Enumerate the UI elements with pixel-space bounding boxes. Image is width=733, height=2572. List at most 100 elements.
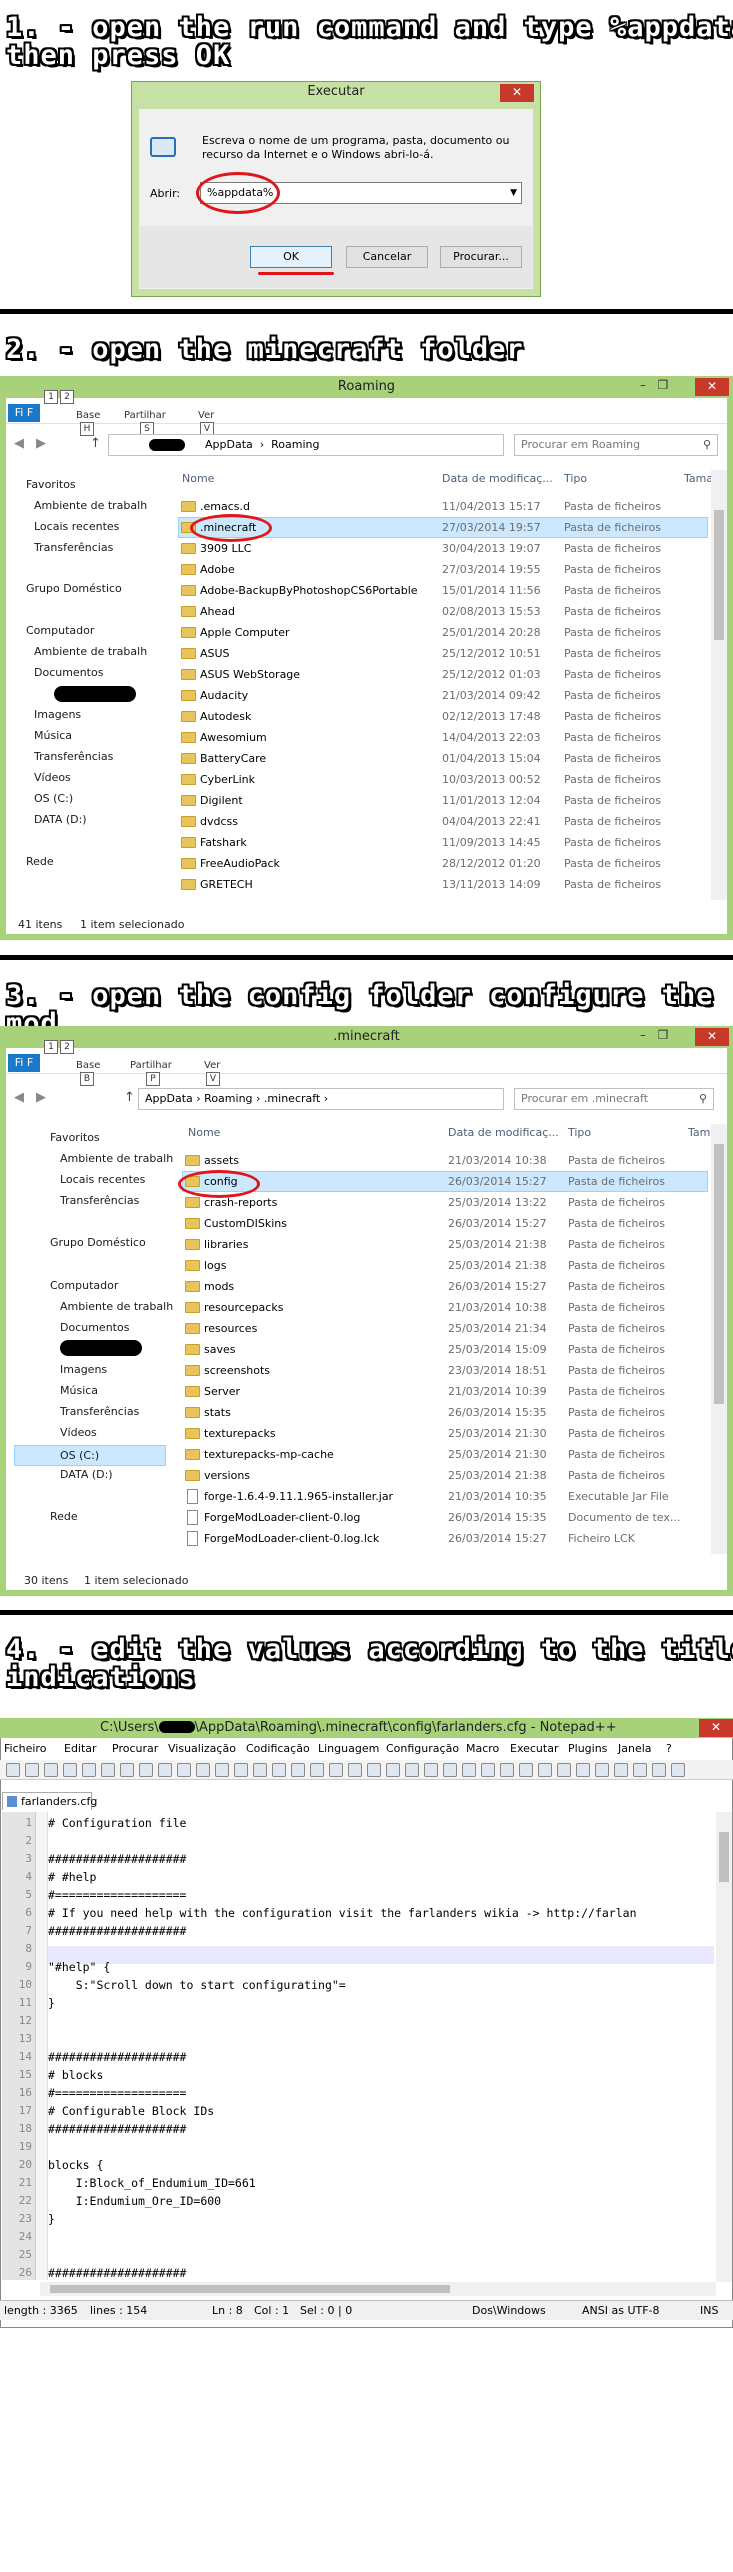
nav-osc[interactable]: OS (C:) bbox=[14, 1445, 166, 1466]
code-line[interactable]: # If you need help with the configuratio… bbox=[48, 1906, 637, 1920]
toolbar-button-icon[interactable] bbox=[215, 1763, 229, 1777]
menu-item[interactable]: Visualização bbox=[168, 1742, 236, 1755]
search-input[interactable]: Procurar em Roaming ⚲ bbox=[514, 434, 718, 456]
toolbar-button-icon[interactable] bbox=[101, 1763, 115, 1777]
close-button[interactable]: ✕ bbox=[699, 1719, 733, 1737]
toolbar-button-icon[interactable] bbox=[405, 1763, 419, 1777]
table-row[interactable]: ASUS 25/12/2012 10:51 Pasta de ficheiros bbox=[178, 643, 708, 664]
menu-item[interactable]: Plugins bbox=[568, 1742, 607, 1755]
toolbar-button-icon[interactable] bbox=[6, 1763, 20, 1777]
search-input[interactable]: Procurar em .minecraft ⚲ bbox=[514, 1088, 714, 1110]
nav-network[interactable]: Rede bbox=[26, 855, 54, 868]
table-row[interactable]: stats 26/03/2014 15:35 Pasta de ficheiros bbox=[182, 1402, 708, 1423]
table-row[interactable]: config 26/03/2014 15:27 Pasta de ficheiros bbox=[182, 1171, 708, 1192]
toolbar-button-icon[interactable] bbox=[139, 1763, 153, 1777]
table-row[interactable]: assets 21/03/2014 10:38 Pasta de ficheiros bbox=[182, 1150, 708, 1171]
toolbar-button-icon[interactable] bbox=[614, 1763, 628, 1777]
nav-favorites[interactable]: Favoritos bbox=[50, 1131, 100, 1144]
code-line[interactable]: I:Endumium_Ore_ID=600 bbox=[48, 2194, 221, 2208]
toolbar-button-icon[interactable] bbox=[253, 1763, 267, 1777]
code-line[interactable]: "#help" { bbox=[48, 1960, 110, 1974]
toolbar-button-icon[interactable] bbox=[481, 1763, 495, 1777]
tab-base[interactable]: Base bbox=[76, 410, 100, 421]
table-row[interactable]: Audacity 21/03/2014 09:42 Pasta de ficheir… bbox=[178, 685, 708, 706]
toolbar-button-icon[interactable] bbox=[443, 1763, 457, 1777]
col-size[interactable]: Tama bbox=[684, 472, 713, 485]
table-row[interactable]: 3909 LLC 30/04/2013 19:07 Pasta de ficheir… bbox=[178, 538, 708, 559]
ok-button[interactable]: OK bbox=[250, 246, 332, 268]
menu-item[interactable]: Ficheiro bbox=[4, 1742, 46, 1755]
file-tab[interactable]: Fi F ro bbox=[8, 1054, 40, 1087]
nav-computer[interactable]: Computador bbox=[26, 624, 94, 637]
tab-view[interactable]: Ver bbox=[204, 1060, 220, 1071]
code-line[interactable]: } bbox=[48, 2212, 55, 2226]
close-button[interactable]: ✕ bbox=[695, 378, 729, 396]
col-name[interactable]: Nome bbox=[188, 1126, 220, 1139]
toolbar-button-icon[interactable] bbox=[63, 1763, 77, 1777]
toolbar-button-icon[interactable] bbox=[310, 1763, 324, 1777]
table-row[interactable]: resourcepacks 21/03/2014 10:38 Pasta de fi… bbox=[182, 1297, 708, 1318]
nav-images[interactable]: Imagens bbox=[34, 708, 81, 721]
col-size[interactable]: Tam bbox=[688, 1126, 710, 1139]
tab-share[interactable]: Partilhar bbox=[130, 1060, 172, 1071]
nav-favorites[interactable]: Favoritos bbox=[26, 478, 76, 491]
tab-view[interactable]: Ver bbox=[198, 410, 214, 421]
menu-item[interactable]: Procurar bbox=[112, 1742, 158, 1755]
toolbar-button-icon[interactable] bbox=[462, 1763, 476, 1777]
scrollbar-thumb[interactable] bbox=[50, 2285, 450, 2293]
code-line[interactable]: S:"Scroll down to start configurating"= bbox=[48, 1978, 346, 1992]
nav-transfers[interactable]: Transferências bbox=[60, 1405, 139, 1418]
code-line[interactable]: blocks { bbox=[48, 2158, 103, 2172]
table-row[interactable]: .emacs.d 11/04/2013 15:17 Pasta de ficheir… bbox=[178, 496, 708, 517]
breadcrumb-roaming[interactable]: Roaming bbox=[271, 438, 319, 451]
code-line[interactable]: I:Block_of_Endumium_ID=661 bbox=[48, 2176, 256, 2190]
col-type[interactable]: Tipo bbox=[568, 1126, 591, 1139]
toolbar-button-icon[interactable] bbox=[25, 1763, 39, 1777]
menu-item[interactable]: Configuração bbox=[386, 1742, 459, 1755]
nav-documents[interactable]: Documentos bbox=[34, 666, 103, 679]
toolbar-button-icon[interactable] bbox=[44, 1763, 58, 1777]
scrollbar-thumb[interactable] bbox=[714, 1144, 724, 1404]
nav-desktop[interactable]: Ambiente de trabalh bbox=[60, 1152, 173, 1165]
toolbar-button-icon[interactable] bbox=[82, 1763, 96, 1777]
table-row[interactable]: logs 25/03/2014 21:38 Pasta de ficheiros bbox=[182, 1255, 708, 1276]
code-line[interactable]: #=================== bbox=[48, 2086, 186, 2100]
nav-recent[interactable]: Locais recentes bbox=[34, 520, 119, 533]
toolbar-button-icon[interactable] bbox=[367, 1763, 381, 1777]
scrollbar-thumb[interactable] bbox=[714, 510, 724, 640]
table-row[interactable]: saves 25/03/2014 15:09 Pasta de ficheiros bbox=[182, 1339, 708, 1360]
forward-icon[interactable]: ▶ bbox=[36, 1090, 46, 1105]
nav-desktop[interactable]: Ambiente de trabalh bbox=[34, 499, 147, 512]
table-row[interactable]: Adobe 27/03/2014 19:55 Pasta de ficheiros bbox=[178, 559, 708, 580]
browse-button[interactable]: Procurar... bbox=[440, 246, 522, 268]
breadcrumb-roaming[interactable]: Roaming bbox=[204, 1092, 252, 1105]
table-row[interactable]: Apple Computer 25/01/2014 20:28 Pasta de f… bbox=[178, 622, 708, 643]
menu-item[interactable]: Executar bbox=[510, 1742, 559, 1755]
toolbar-button-icon[interactable] bbox=[519, 1763, 533, 1777]
code-line[interactable]: #################### bbox=[48, 1924, 186, 1938]
table-row[interactable]: BatteryCare 01/04/2013 15:04 Pasta de fich… bbox=[178, 748, 708, 769]
nav-videos[interactable]: Vídeos bbox=[34, 771, 71, 784]
window-controls[interactable]: – ❐ bbox=[640, 378, 690, 392]
toolbar-button-icon[interactable] bbox=[671, 1763, 685, 1777]
toolbar-button-icon[interactable] bbox=[424, 1763, 438, 1777]
col-name[interactable]: Nome bbox=[182, 472, 214, 485]
cancel-button[interactable]: Cancelar bbox=[346, 246, 428, 268]
menu-item[interactable]: ? bbox=[666, 1742, 672, 1755]
toolbar-button-icon[interactable] bbox=[386, 1763, 400, 1777]
code-line[interactable]: } bbox=[48, 1996, 55, 2010]
code-line[interactable]: #################### bbox=[48, 2050, 186, 2064]
table-row[interactable]: Autodesk 02/12/2013 17:48 Pasta de ficheir… bbox=[178, 706, 708, 727]
breadcrumb-appdata[interactable]: AppData bbox=[145, 1092, 193, 1105]
nav-c-desktop[interactable]: Ambiente de trabalh bbox=[34, 645, 147, 658]
code-line[interactable]: #################### bbox=[48, 2122, 186, 2136]
horizontal-scrollbar[interactable] bbox=[40, 2282, 716, 2296]
table-row[interactable]: Server 21/03/2014 10:39 Pasta de ficheiros bbox=[182, 1381, 708, 1402]
toolbar-button-icon[interactable] bbox=[291, 1763, 305, 1777]
table-row[interactable]: versions 25/03/2014 21:38 Pasta de ficheir… bbox=[182, 1465, 708, 1486]
col-date[interactable]: Data de modificaç... bbox=[442, 472, 553, 485]
toolbar-button-icon[interactable] bbox=[272, 1763, 286, 1777]
nav-videos[interactable]: Vídeos bbox=[60, 1426, 97, 1439]
breadcrumb-appdata[interactable]: AppData bbox=[205, 438, 253, 451]
table-row[interactable]: texturepacks 25/03/2014 21:30 Pasta de fic… bbox=[182, 1423, 708, 1444]
